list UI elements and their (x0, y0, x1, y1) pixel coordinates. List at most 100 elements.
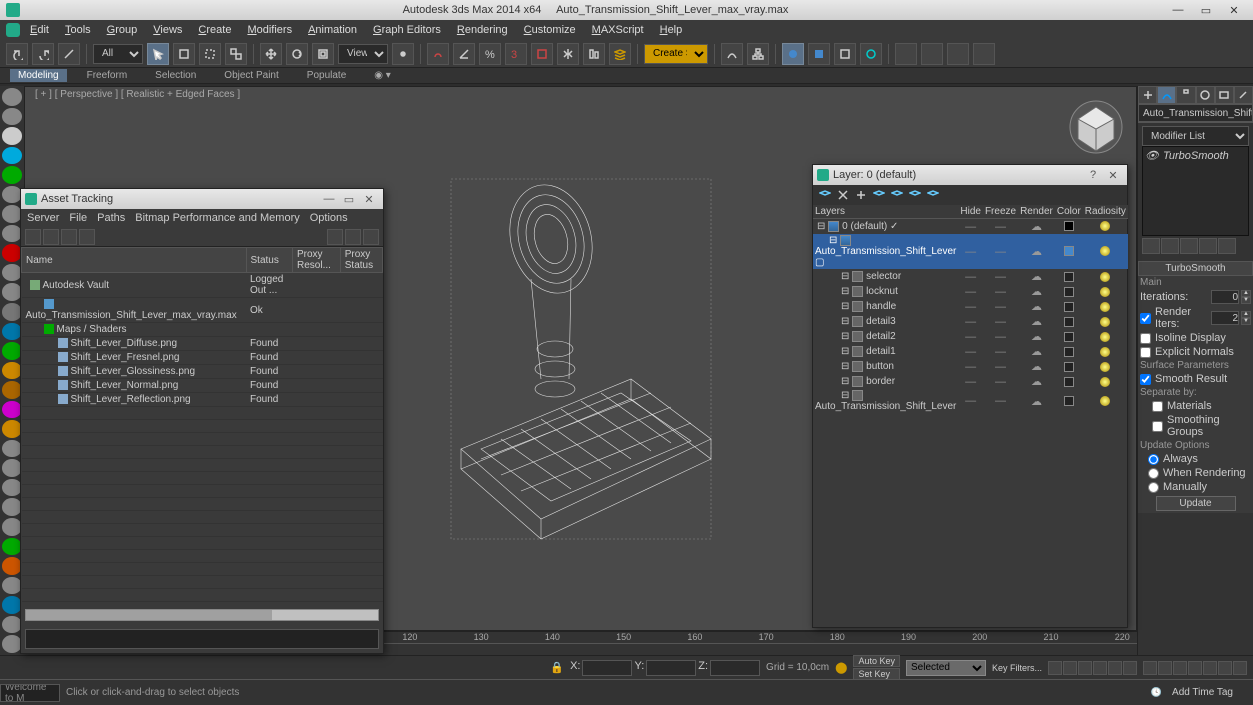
left-tool-11[interactable] (2, 303, 22, 321)
layer-col-hide[interactable]: Hide (958, 205, 983, 219)
asset-tool-7[interactable] (363, 229, 379, 245)
update-always-radio[interactable] (1148, 454, 1159, 465)
asset-tool-4[interactable] (79, 229, 95, 245)
asset-col-status[interactable]: Status (246, 248, 293, 273)
object-name-field[interactable]: Auto_Transmission_Shift (1138, 104, 1253, 122)
viewport-label[interactable]: [ + ] [ Perspective ] [ Realistic + Edge… (35, 89, 240, 100)
update-button[interactable]: Update (1156, 496, 1236, 511)
undo-button[interactable] (6, 43, 28, 65)
asset-col-proxy-status[interactable]: Proxy Status (340, 248, 382, 273)
link-button[interactable] (58, 43, 80, 65)
asset-row[interactable]: Shift_Lever_Normal.pngFound (22, 379, 383, 393)
new-layer-button[interactable] (817, 187, 833, 203)
render-iters-input[interactable] (1211, 311, 1239, 325)
smoothing-groups-check[interactable] (1152, 421, 1163, 432)
layer-row[interactable]: ⊟ locknut——☁ (813, 284, 1128, 299)
layer-panel[interactable]: Layer: 0 (default) ? ✕ LayersHideFreezeR… (812, 164, 1128, 628)
left-tool-14[interactable] (2, 362, 22, 380)
layer-row[interactable]: ⊟ selector——☁ (813, 269, 1128, 284)
mirror-button[interactable] (557, 43, 579, 65)
show-result-button[interactable] (1161, 238, 1179, 254)
layer-row[interactable]: ⊟ handle——☁ (813, 299, 1128, 314)
view-cube[interactable] (1066, 97, 1126, 157)
sel-hl-button[interactable] (871, 187, 887, 203)
asset-row[interactable]: Shift_Lever_Diffuse.pngFound (22, 337, 383, 351)
layer-row[interactable]: ⊟ Auto_Transmission_Shift_Lever——☁ (813, 389, 1128, 413)
left-tool-8[interactable] (2, 244, 22, 262)
delete-layer-button[interactable] (835, 187, 851, 203)
asset-col-proxy-resol-[interactable]: Proxy Resol... (293, 248, 341, 273)
asset-tool-6[interactable] (345, 229, 361, 245)
app-menu-icon[interactable] (6, 23, 20, 37)
asset-row[interactable]: Auto_Transmission_Shift_Lever_max_vray.m… (22, 298, 383, 323)
ribbon-overflow[interactable]: ◉ ▾ (366, 69, 399, 82)
goto-end-button[interactable] (1108, 661, 1122, 675)
angle-snap-button[interactable] (453, 43, 475, 65)
align-button[interactable] (583, 43, 605, 65)
asset-row[interactable]: Autodesk VaultLogged Out ... (22, 273, 383, 298)
key-filters-button[interactable]: Key Filters... (992, 663, 1042, 673)
zoom-button[interactable] (1158, 661, 1172, 675)
left-tool-2[interactable] (2, 127, 22, 145)
pivot-button[interactable] (392, 43, 414, 65)
prev-frame-button[interactable] (1063, 661, 1077, 675)
next-frame-button[interactable] (1093, 661, 1107, 675)
left-tool-13[interactable] (2, 342, 22, 360)
ribbon-tab-populate[interactable]: Populate (299, 69, 354, 82)
spinner-snap-button[interactable]: 3 (505, 43, 527, 65)
reference-coord-select[interactable]: View (338, 44, 388, 64)
config-mod-button[interactable] (1218, 238, 1236, 254)
left-tool-3[interactable] (2, 147, 22, 165)
menu-tools[interactable]: Tools (59, 22, 97, 38)
rotate-button[interactable] (286, 43, 308, 65)
render-frame-button[interactable] (834, 43, 856, 65)
ribbon-tab-modeling[interactable]: Modeling (10, 69, 67, 82)
remove-mod-button[interactable] (1199, 238, 1217, 254)
layer-row[interactable]: ⊟ Auto_Transmission_Shift_Lever ▢——☁ (813, 234, 1128, 269)
tab-create[interactable] (1138, 86, 1157, 104)
layer-button[interactable] (609, 43, 631, 65)
left-tool-17[interactable] (2, 420, 22, 438)
tool-a-button[interactable] (895, 43, 917, 65)
iterations-input[interactable] (1211, 290, 1239, 304)
asset-panel-minimize[interactable]: — (319, 193, 339, 205)
maximize-view-button[interactable] (1233, 661, 1247, 675)
selection-filter-select[interactable]: All (93, 44, 143, 64)
x-input[interactable] (582, 660, 632, 676)
left-tool-16[interactable] (2, 401, 22, 419)
materials-check[interactable] (1152, 401, 1163, 412)
maximize-button[interactable]: ▭ (1193, 1, 1219, 19)
tool-c-button[interactable] (947, 43, 969, 65)
render-iters-check[interactable] (1140, 313, 1151, 324)
layer-props-button[interactable] (925, 187, 941, 203)
layer-col-radiosity[interactable]: Radiosity (1083, 205, 1128, 219)
ribbon-tab-selection[interactable]: Selection (147, 69, 204, 82)
asset-row[interactable]: Shift_Lever_Reflection.pngFound (22, 393, 383, 407)
left-tool-0[interactable] (2, 88, 22, 106)
tool-d-button[interactable] (973, 43, 995, 65)
menu-group[interactable]: Group (101, 22, 144, 38)
layer-row[interactable]: ⊟ button——☁ (813, 359, 1128, 374)
left-tool-26[interactable] (2, 596, 22, 614)
asset-menu-options[interactable]: Options (310, 212, 348, 224)
left-tool-25[interactable] (2, 577, 22, 595)
menu-maxscript[interactable]: MAXScript (586, 22, 650, 38)
render-button[interactable] (860, 43, 882, 65)
create-selection-select[interactable]: Create Selection Se (644, 44, 708, 64)
select-region-button[interactable] (199, 43, 221, 65)
fov-button[interactable] (1188, 661, 1202, 675)
key-mode-button[interactable] (1123, 661, 1137, 675)
asset-panel-close[interactable]: ✕ (359, 193, 379, 206)
layer-panel-help[interactable]: ? (1083, 169, 1103, 181)
spin-up[interactable]: ▲ (1241, 311, 1251, 318)
auto-key-button[interactable]: Auto Key (853, 655, 900, 667)
menu-modifiers[interactable]: Modifiers (241, 22, 298, 38)
left-tool-27[interactable] (2, 616, 22, 634)
tab-motion[interactable] (1196, 86, 1215, 104)
menu-graph-editors[interactable]: Graph Editors (367, 22, 447, 38)
eye-icon[interactable]: 👁 (1145, 149, 1159, 162)
update-manual-radio[interactable] (1148, 482, 1159, 493)
layer-col-freeze[interactable]: Freeze (983, 205, 1018, 219)
minimize-button[interactable]: — (1165, 1, 1191, 19)
layer-col-color[interactable]: Color (1055, 205, 1083, 219)
